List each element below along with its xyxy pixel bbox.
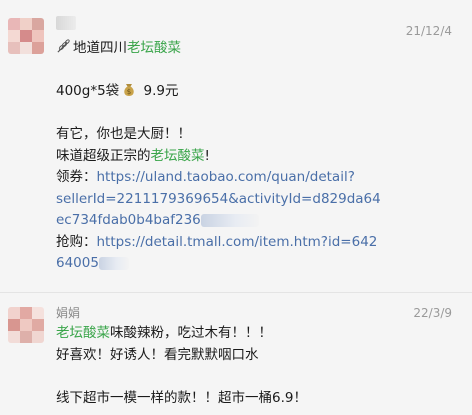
coupon-label: 领券：	[56, 169, 97, 185]
wheat-icon	[57, 39, 70, 53]
price-suffix: 9.9元	[143, 83, 179, 99]
buy-link[interactable]: https://detail.tmall.com/item.htm?id=642	[97, 234, 378, 250]
message-time: 21/12/4	[405, 24, 452, 38]
keyword-highlight[interactable]: 老坛酸菜	[151, 148, 205, 164]
money-bag-icon: $	[124, 84, 134, 96]
message-divider	[0, 292, 472, 293]
svg-text:$: $	[127, 88, 131, 96]
buy-link-tail[interactable]: 64005	[56, 255, 99, 271]
message-body: 老坛酸菜味酸辣粉，吃过木有！！！ 好喜欢！好诱人！看完默默咽口水 线下超市一模一…	[56, 323, 456, 409]
text-line: 线下超市一模一样的款！！超市一桶6.9！	[56, 389, 307, 406]
coupon-link[interactable]: https://uland.taobao.com/quan/detail?	[97, 169, 355, 185]
text-segment: 味道超级正宗的	[56, 147, 151, 164]
keyword-highlight[interactable]: 老坛酸菜	[56, 325, 110, 341]
coupon-link-cont: ec734fdab0b4baf236	[56, 210, 456, 232]
text-segment: !	[204, 147, 210, 164]
buy-link-cont: 64005	[56, 253, 456, 275]
message-time: 22/3/9	[413, 306, 452, 320]
text-line: 有它，你也是大厨！！	[56, 126, 191, 142]
price-line: 400g*5袋 $ 9.9元	[56, 81, 456, 103]
avatar[interactable]	[8, 18, 44, 54]
title-highlight[interactable]: 老坛酸菜	[127, 40, 181, 56]
sender-name-redacted	[56, 16, 76, 30]
message-title: 地道四川老坛酸菜	[56, 38, 456, 60]
text-line: 味道超级正宗的老坛酸菜!	[56, 146, 456, 168]
sender-name[interactable]: 娟娟	[56, 306, 80, 320]
text-line: 好喜欢！好诱人！看完默默咽口水	[56, 346, 259, 363]
chat-window: 21/12/4 地道四川老坛酸菜 400g*5袋 $ 9.9元 有它，你也是大厨…	[0, 0, 472, 415]
buy-label: 抢购：	[56, 233, 97, 250]
redacted-text	[200, 213, 259, 227]
price-prefix: 400g*5袋	[56, 83, 120, 99]
coupon-link-cont[interactable]: sellerId=2211179369654&activityId=d829da…	[56, 189, 456, 211]
text-segment: 味酸辣粉，吃过木有！！！	[110, 325, 272, 341]
coupon-link-tail[interactable]: ec734fdab0b4baf236	[56, 212, 201, 228]
title-prefix: 地道四川	[73, 40, 127, 56]
buy-line: 抢购：https://detail.tmall.com/item.htm?id=…	[56, 232, 456, 254]
redacted-text	[98, 256, 129, 270]
avatar[interactable]	[8, 307, 44, 343]
message-body: 地道四川老坛酸菜 400g*5袋 $ 9.9元 有它，你也是大厨！！ 味道超级正…	[56, 38, 456, 275]
coupon-line: 领券：https://uland.taobao.com/quan/detail?	[56, 167, 456, 189]
text-line: 老坛酸菜味酸辣粉，吃过木有！！！	[56, 323, 456, 345]
